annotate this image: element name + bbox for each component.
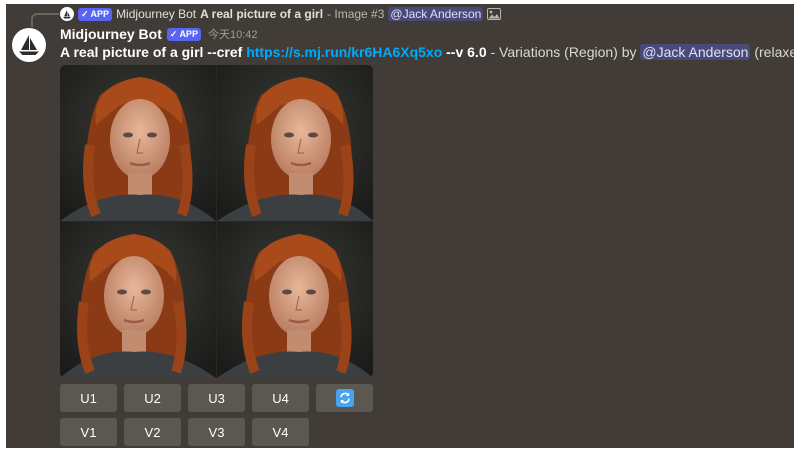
upscale-button-4[interactable]: U4 [252,384,309,412]
image-1[interactable] [60,65,216,221]
upscale-button-1[interactable]: U1 [60,384,117,412]
reference-link[interactable]: https://s.mj.run/kr6HA6Xq5xo [246,44,442,60]
reply-reference[interactable]: ✓ APP Midjourney Bot A real picture of a… [60,5,502,23]
image-icon [487,8,502,20]
reply-author[interactable]: Midjourney Bot [116,7,196,21]
reply-suffix: - Image #3 [327,7,385,21]
username[interactable]: Midjourney Bot [60,26,162,42]
reply-text: A real picture of a girl [200,7,324,21]
check-icon: ✓ [169,28,178,39]
mode-label: (relaxed) [754,44,794,60]
variation-button-row: V1 V2 V3 V4 [60,418,309,446]
variation-button-2[interactable]: V2 [124,418,181,446]
variation-button-3[interactable]: V3 [188,418,245,446]
image-2[interactable] [217,65,373,221]
refresh-icon [335,389,354,407]
app-badge: ✓ APP [78,7,113,21]
discord-message-area: ✓ APP Midjourney Bot A real picture of a… [6,4,794,448]
variation-button-1[interactable]: V1 [60,418,117,446]
bot-avatar-small-icon [60,7,74,21]
reply-connector [31,13,59,27]
upscale-button-2[interactable]: U2 [124,384,181,412]
prompt-text: A real picture of a girl --cref [60,44,243,60]
reply-mention[interactable]: @Jack Anderson [388,7,484,21]
variation-button-4[interactable]: V4 [252,418,309,446]
variation-description: - Variations (Region) by [486,44,641,60]
sailboat-logo-icon [19,35,39,55]
timestamp: 今天10:42 [207,29,258,41]
check-icon: ✓ [81,8,89,19]
image-4[interactable] [217,222,373,378]
upscale-button-3[interactable]: U3 [188,384,245,412]
version-flag: --v 6.0 [446,44,487,60]
user-mention[interactable]: @Jack Anderson [640,44,751,60]
upscale-button-row: U1 U2 U3 U4 [60,384,373,412]
image-grid[interactable] [60,65,373,378]
image-3[interactable] [60,222,216,378]
message-content: A real picture of a girl --cref https://… [60,44,794,60]
reroll-button[interactable] [316,384,373,412]
app-badge: ✓ APP [166,27,201,41]
message-header: Midjourney Bot ✓ APP 今天10:42 [60,26,257,42]
bot-avatar[interactable] [12,28,46,62]
